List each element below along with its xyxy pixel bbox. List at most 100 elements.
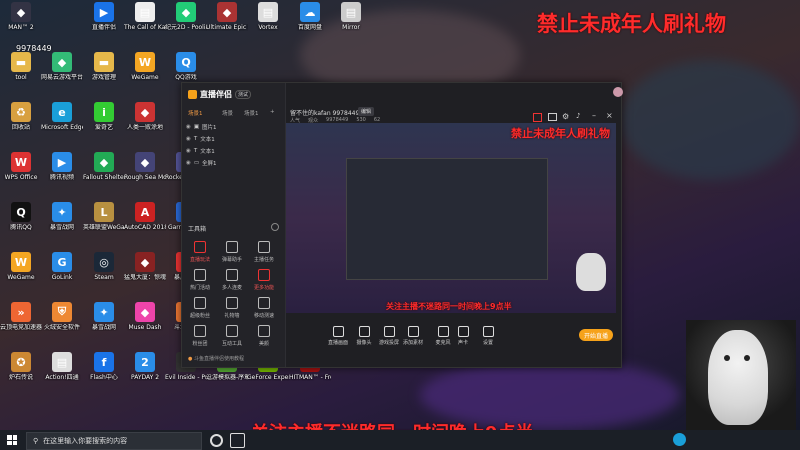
tab-scene-1[interactable]: 场景1 xyxy=(188,109,203,117)
desktop-icon[interactable]: ◆ 网易云游戏平台 xyxy=(41,52,83,90)
desktop-icon-label: WPS Office xyxy=(4,174,38,181)
control-label: 声卡 xyxy=(457,340,468,346)
desktop-icon[interactable]: ▶ 腾讯视频 xyxy=(42,152,82,190)
start-stream-button[interactable]: 开始直播 xyxy=(579,329,613,341)
tool-button[interactable]: 弹幕助手 xyxy=(218,241,246,267)
task-view-icon[interactable] xyxy=(230,433,245,448)
tab-scene-2[interactable]: 场景 xyxy=(222,109,233,117)
control-button[interactable]: 游戏投屏 xyxy=(377,326,401,346)
eye-icon[interactable]: ◉ xyxy=(186,148,191,154)
control-button[interactable]: 声卡 xyxy=(451,326,475,346)
desktop-icon[interactable]: ♻ 回收站 xyxy=(1,102,41,140)
avatar[interactable] xyxy=(613,87,623,97)
tab-scene-3[interactable]: 场景1 xyxy=(244,109,259,117)
edge-taskbar-icon[interactable] xyxy=(673,433,686,446)
desktop-icon[interactable]: ▬ 游戏管理 xyxy=(84,52,124,90)
tool-button[interactable]: 粉丝团 xyxy=(186,325,214,351)
settings-icon[interactable]: ⚙ xyxy=(562,112,569,121)
desktop-icon[interactable]: i 爱奇艺 xyxy=(84,102,124,140)
search-placeholder: 在这里输入你要搜索的内容 xyxy=(43,437,128,445)
cloud-icon: ☁ xyxy=(300,2,320,22)
desktop-icon[interactable]: Q 腾讯QQ xyxy=(1,202,41,240)
desktop-icon[interactable]: ⛨ 火绒安全软件 xyxy=(42,302,82,340)
tool-button[interactable]: 移动测速 xyxy=(250,297,278,323)
tool-label: 主播任务 xyxy=(253,257,274,263)
doc-icon: ▤ xyxy=(341,2,361,22)
desktop-icon[interactable]: ◆ Ultimate Epic Batt... xyxy=(206,2,248,40)
shield-icon: ⛨ xyxy=(52,302,72,322)
nested-preview xyxy=(346,158,548,280)
desktop-icon[interactable]: G GoLink xyxy=(42,252,82,290)
desktop-icon[interactable]: f Flash中心 xyxy=(84,352,124,390)
mascot-eye xyxy=(724,355,730,361)
control-button[interactable]: 摄像头 xyxy=(352,326,376,346)
desktop-icon[interactable]: ☁ 百度网盘 xyxy=(290,2,330,40)
desktop-icon[interactable]: W WeGame xyxy=(125,52,165,90)
tool-button[interactable]: 超级粉丝 xyxy=(186,297,214,323)
scene-item[interactable]: ◉ ▣ 图片1 xyxy=(186,123,217,131)
tool-button[interactable]: 更多功能 xyxy=(250,269,278,295)
cortana-icon[interactable] xyxy=(210,434,223,447)
desktop-icon[interactable]: ◆ Fallout Shelter xyxy=(83,152,125,190)
desktop-icon[interactable]: ▤ Vortex xyxy=(248,2,288,40)
tool-label: 热门活动 xyxy=(189,285,210,291)
tool-button[interactable]: 热门活动 xyxy=(186,269,214,295)
minimize-icon[interactable]: – xyxy=(592,111,596,120)
bottom-hint[interactable]: ● 斗鱼直播伴侣使用教程 xyxy=(188,355,244,362)
desktop-icon[interactable]: ◆ 猛鬼大厦：惊魂演义版 xyxy=(124,252,166,290)
collapse-icon[interactable] xyxy=(271,223,279,231)
tool-button[interactable]: 互动工具 xyxy=(218,325,246,351)
scene-item[interactable]: ◉ T 文本1 xyxy=(186,147,215,155)
tool-icon xyxy=(194,269,206,281)
tool-button[interactable]: 主播任务 xyxy=(250,241,278,267)
desktop-icon[interactable]: ◆ Rough Sea Motor xyxy=(124,152,166,190)
tab-add-button[interactable]: + xyxy=(270,109,275,115)
desktop-icon[interactable]: L 英雄联盟WeGame版 xyxy=(83,202,125,240)
close-icon[interactable]: × xyxy=(606,111,613,120)
desktop-icon[interactable]: ✪ 炉石传说 xyxy=(1,352,41,390)
desktop-icon[interactable]: ▤ Mirror xyxy=(331,2,371,40)
mail-icon[interactable] xyxy=(548,113,557,121)
control-button[interactable]: 设置 xyxy=(476,326,500,346)
desktop-icon[interactable]: ◆ Muse Dash xyxy=(125,302,165,340)
tool-label: 更多功能 xyxy=(253,285,274,291)
desktop-icon[interactable]: ◎ Steam xyxy=(84,252,124,290)
eye-icon[interactable]: ◉ xyxy=(186,124,191,130)
scene-item[interactable]: ◉ T 文本1 xyxy=(186,135,215,143)
desktop-icon[interactable]: W WPS Office xyxy=(1,152,41,190)
desktop-icon[interactable]: ▶ 直播伴侣 xyxy=(84,2,124,40)
desktop-icon[interactable]: ◆ MAN™ 2 xyxy=(1,2,41,40)
control-label: 设置 xyxy=(482,340,493,346)
desktop-icon[interactable]: ▤ Action!四通 xyxy=(42,352,82,390)
eye-icon[interactable]: ◉ xyxy=(186,136,191,142)
desktop-icon[interactable]: A AutoCAD 2018 - 简... xyxy=(124,202,166,240)
gift-icon[interactable] xyxy=(533,113,542,122)
desktop-icon[interactable]: ◆ 人类一败涂地 xyxy=(125,102,165,140)
desktop-icon[interactable]: » 云顶电竞加速器 xyxy=(0,302,42,340)
desktop-icon[interactable]: ✦ 暴雪战网 xyxy=(84,302,124,340)
bell-icon[interactable]: ♪ xyxy=(576,112,580,120)
flash-icon: f xyxy=(94,352,114,372)
scene-item[interactable]: ◉ ▭ 全屏1 xyxy=(186,159,217,167)
desktop-icon[interactable]: e Microsoft Edge xyxy=(41,102,83,140)
desktop-icon-label: 猛鬼大厦：惊魂演义版 xyxy=(124,274,166,281)
taskbar-search-box[interactable]: ⚲ 在这里输入你要搜索的内容 xyxy=(26,432,202,450)
desktop-icon[interactable]: ✦ 暴雪战网 xyxy=(42,202,82,240)
desktop-icon[interactable]: ◆ 纪元2D - Poolians xyxy=(165,2,207,40)
desktop-icon[interactable]: ▤ The Call of Karen xyxy=(124,2,166,40)
tool-button[interactable]: 直播玩法 xyxy=(186,241,214,267)
tool-icon xyxy=(226,269,238,281)
tool-button[interactable]: 礼物墙 xyxy=(218,297,246,323)
desktop-icon[interactable]: 2 PAYDAY 2 xyxy=(125,352,165,390)
windows-start-icon[interactable] xyxy=(7,435,17,445)
eye-icon[interactable]: ◉ xyxy=(186,160,191,166)
control-button[interactable]: 添加素材 xyxy=(401,326,425,346)
edit-button[interactable]: 编辑 xyxy=(358,107,375,116)
desktop-icon-label: 游戏管理 xyxy=(91,74,116,81)
tool-button[interactable]: 多人连麦 xyxy=(218,269,246,295)
control-button[interactable]: 直播画面 xyxy=(326,326,350,346)
desktop-icon-label: 腾讯QQ xyxy=(10,224,32,231)
tool-button[interactable]: 美颜 xyxy=(250,325,278,351)
desktop-icon[interactable]: ▬ tool xyxy=(1,52,41,90)
desktop-icon[interactable]: W WeGame xyxy=(1,252,41,290)
